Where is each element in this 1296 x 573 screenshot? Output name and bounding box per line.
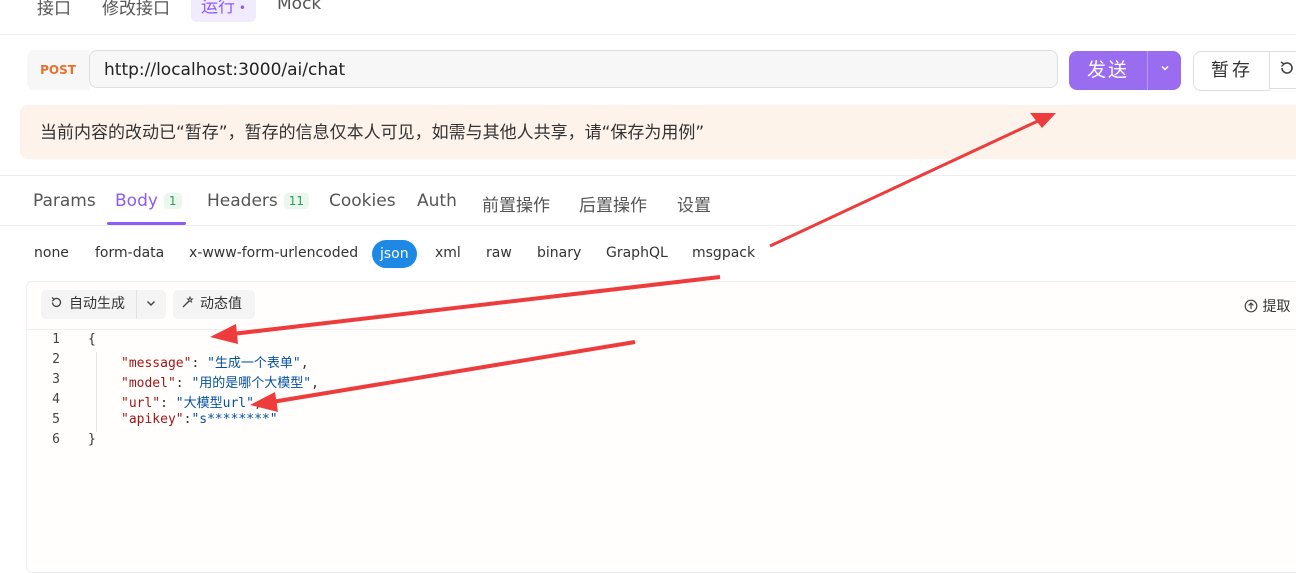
json-comma: , [311,376,319,391]
code-line[interactable]: "message": "生成一个表单", [121,352,309,371]
tab-run-label: 运行 [201,0,235,17]
code-line[interactable]: } [88,432,96,447]
line-number: 4 [52,392,60,407]
json-value: "生成一个表单" [207,356,301,371]
body-type-json[interactable]: json [372,240,417,268]
code-line[interactable]: "model": "用的是哪个大模型", [121,372,319,391]
tab-params[interactable]: Params [33,191,96,211]
tabs-divider [0,225,1296,226]
chevron-down-icon[interactable] [145,290,157,319]
json-comma: , [300,356,309,371]
chevron-down-icon[interactable] [1148,51,1181,90]
tab-headers[interactable]: Headers 11 [207,191,310,211]
headers-count-badge: 11 [283,193,310,209]
json-key: "url" [121,396,161,411]
tab-settings[interactable]: 设置 [677,191,711,216]
line-number: 5 [52,412,60,427]
refresh-icon[interactable] [1269,51,1296,89]
line-number: 2 [52,352,60,367]
method-select[interactable]: POST [27,50,89,90]
tab-post-operations[interactable]: 后置操作 [579,191,647,216]
arrow-up-circle-icon [1244,299,1262,315]
body-type-form-data[interactable]: form-data [95,245,164,261]
body-type-urlencoded[interactable]: x-www-form-urlencoded [189,245,358,261]
tab-mock[interactable]: Mock [277,0,321,14]
line-number: 1 [52,332,60,347]
body-type-none[interactable]: none [34,245,69,261]
send-button[interactable]: 发送 [1069,51,1181,90]
body-type-msgpack[interactable]: msgpack [692,245,755,261]
section-divider [0,175,1296,176]
stash-notice: 当前内容的改动已“暂存”，暂存的信息仅本人可见，如需与其他人共享，请“保存为用例… [20,105,1296,159]
body-type-graphql[interactable]: GraphQL [606,245,668,261]
json-sep: : [191,356,208,371]
stash-button[interactable]: 暂存 [1193,51,1270,91]
auto-generate-divider [136,290,137,319]
dynamic-value-label: 动态值 [200,296,242,312]
body-type-binary[interactable]: binary [537,245,581,261]
json-value: "s********" [191,412,278,427]
tab-cookies[interactable]: Cookies [329,191,396,211]
tab-body-label: Body [115,191,158,211]
magic-wand-icon [181,290,194,319]
extract-button[interactable]: 提取 [1244,296,1290,316]
line-number: 3 [52,372,60,387]
dynamic-value-button[interactable]: 动态值 [173,290,255,319]
unsaved-dot-icon: • [235,1,246,15]
body-type-raw[interactable]: raw [486,245,512,261]
tab-interface[interactable]: 接口 [37,0,71,19]
body-type-xml[interactable]: xml [435,245,461,261]
url-input[interactable]: http://localhost:3000/ai/chat [89,50,1058,88]
code-line[interactable]: "url": "大模型url", [121,392,262,411]
json-key: "model" [121,376,176,391]
refresh-icon [50,290,63,319]
top-divider [0,34,1296,35]
send-button-label: 发送 [1086,59,1129,81]
tab-run[interactable]: 运行 • [191,0,256,22]
code-line[interactable]: { [88,332,96,347]
body-count-badge: 1 [163,193,182,209]
extract-label: 提取 [1262,299,1291,315]
line-number: 6 [52,432,60,447]
code-line[interactable]: "apikey":"s********" [121,412,278,427]
json-value: "用的是哪个大模型" [191,376,312,391]
tab-pre-operations[interactable]: 前置操作 [482,191,550,216]
json-value: "大模型url" [175,396,254,411]
auto-generate-label: 自动生成 [69,296,125,312]
json-key: "message" [121,356,192,371]
json-key: "apikey" [121,412,184,427]
editor-toolbar-divider [26,329,1296,330]
tab-headers-label: Headers [207,191,278,211]
tab-body[interactable]: Body 1 [115,191,182,211]
tab-auth[interactable]: Auth [417,191,457,211]
json-sep: : [175,376,192,391]
json-editor[interactable] [26,281,1296,573]
indent-guide [96,352,97,432]
json-comma: , [253,396,262,411]
json-sep: : [160,396,176,411]
tab-edit-interface[interactable]: 修改接口 [102,0,170,19]
auto-generate-button[interactable]: 自动生成 [41,290,166,319]
